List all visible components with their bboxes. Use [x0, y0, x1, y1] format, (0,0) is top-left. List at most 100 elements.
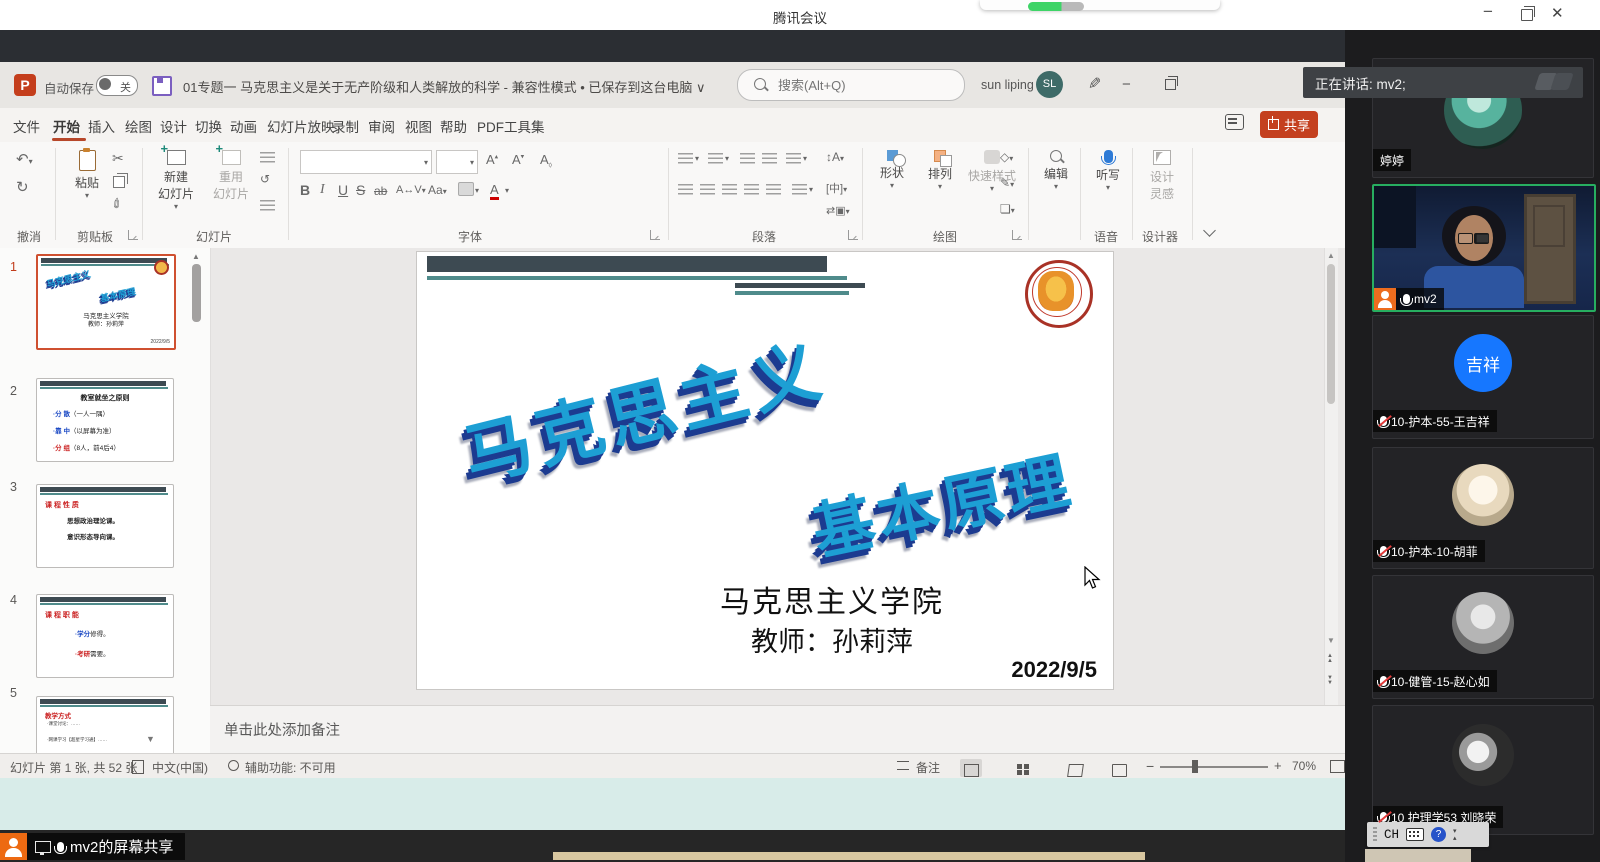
avatar[interactable]: SL [1036, 71, 1063, 98]
langbar-grip[interactable] [1373, 827, 1377, 843]
slide-teacher-text[interactable]: 教师：孙莉萍 [647, 620, 1017, 659]
arrange-button[interactable]: 排列 ▾ [918, 150, 962, 191]
editing-button[interactable]: 编辑 ▾ [1034, 150, 1078, 191]
copy-icon[interactable] [113, 176, 125, 188]
format-painter-icon[interactable]: ✐ [108, 194, 127, 213]
account-name[interactable]: sun liping [981, 78, 1034, 92]
new-slide-button[interactable]: 新建 幻灯片 ▾ [150, 150, 202, 211]
minimize-button[interactable]: − [1483, 2, 1493, 22]
paste-button[interactable]: 粘贴 ▾ [64, 150, 110, 200]
autosave-toggle[interactable]: 关 [96, 75, 138, 96]
text-shadow-button[interactable]: ab [374, 184, 387, 198]
tab-draw[interactable]: 绘图 [125, 116, 152, 136]
notes-toggle-label[interactable]: 备注 [916, 759, 940, 776]
windows-language-bar[interactable]: CH ? ▾▴ [1367, 822, 1489, 847]
powerpoint-icon[interactable]: P [14, 74, 36, 96]
reading-view-button[interactable] [1064, 759, 1086, 777]
keyboard-icon[interactable] [1406, 828, 1424, 841]
change-case-button[interactable]: Aa▾ [428, 183, 447, 197]
coming-soon-icon[interactable]: ✎ [1088, 74, 1101, 94]
panel-collapse-icon[interactable]: ▼ [146, 734, 155, 744]
comments-icon[interactable] [1225, 114, 1244, 130]
search-box[interactable] [737, 69, 965, 101]
shape-fill-button[interactable]: ◇▾ [1000, 150, 1013, 164]
normal-view-button[interactable] [960, 759, 982, 777]
langbar-help-icon[interactable]: ? [1431, 827, 1446, 842]
tab-view[interactable]: 视图 [405, 116, 432, 136]
langbar-mode[interactable]: CH [1384, 828, 1399, 842]
share-button[interactable]: 共享 [1260, 111, 1318, 138]
dropdown-arrow[interactable]: ▾ [475, 186, 479, 195]
close-button[interactable]: ✕ [1551, 4, 1564, 22]
slide-thumbnail-5[interactable]: 教学方式 ·课堂讨论：…… ·网课学习【超星学习通】…… [36, 696, 174, 753]
slideshow-view-button[interactable] [1108, 759, 1130, 777]
spellcheck-icon[interactable] [132, 760, 144, 774]
distribute-icon[interactable] [766, 184, 781, 196]
thumb-scrollbar[interactable] [192, 264, 201, 322]
dropdown-arrow[interactable]: ▾ [809, 185, 813, 194]
slide-wordart-2[interactable]: 基本原理 [803, 418, 1135, 573]
slide-org-text[interactable]: 马克思主义学院 [647, 577, 1017, 621]
paragraph-dialog-launcher[interactable] [848, 230, 858, 240]
design-ideas-button[interactable]: 设计 灵感 [1138, 150, 1186, 202]
decrease-indent-icon[interactable] [740, 153, 755, 165]
numbering-icon[interactable] [708, 153, 723, 165]
search-input[interactable] [776, 70, 950, 100]
align-right-icon[interactable] [722, 184, 737, 196]
shape-effects-button[interactable]: ❏▾ [1000, 202, 1015, 216]
shapes-button[interactable]: 形状 ▾ [870, 150, 914, 190]
grow-font-icon[interactable]: A▴ [486, 152, 498, 167]
strikethrough-button[interactable]: S [356, 182, 365, 198]
reuse-slides-button[interactable]: 重用 幻灯片 [206, 150, 256, 202]
tab-file[interactable]: 文件 [13, 116, 40, 136]
line-spacing-icon[interactable] [786, 153, 801, 165]
font-name-combobox[interactable]: ▾ [300, 150, 432, 174]
tab-help[interactable]: 帮助 [440, 116, 467, 136]
slide-thumbnail-1[interactable]: 马克思主义 基本原理 马克思主义学院 教师：孙莉萍 2022/9/5 [36, 254, 176, 350]
tab-insert[interactable]: 插入 [88, 116, 115, 136]
section-icon[interactable] [260, 200, 275, 212]
slide-date-text[interactable]: 2022/9/5 [957, 657, 1097, 683]
zoom-slider-track[interactable] [1160, 766, 1268, 768]
tab-review[interactable]: 审阅 [368, 116, 395, 136]
clear-format-icon[interactable]: A◊ [540, 152, 552, 170]
slide-thumbnail-2[interactable]: 教室就坐之原则 ·分 散（一人一隅） ·靠 中（以屏幕为准） ·分 组（8人，前… [36, 378, 174, 462]
participant-tile-hufei[interactable]: 10-护本-10-胡菲 [1372, 447, 1594, 569]
dropdown-arrow[interactable]: ▾ [803, 154, 807, 163]
increase-indent-icon[interactable] [762, 153, 777, 165]
undo-icon[interactable]: ↶▾ [16, 150, 33, 168]
convert-smartart-button[interactable]: ⇄▣▾ [826, 204, 850, 217]
notes-toggle-icon[interactable] [897, 761, 909, 770]
text-direction-button[interactable]: ↕A▾ [826, 150, 844, 164]
align-text-button[interactable]: [中]▾ [826, 180, 847, 196]
slide-editor[interactable]: 马克思主义 基本原理 马克思主义学院 教师：孙莉萍 2022/9/5 [417, 252, 1113, 689]
clipboard-dialog-launcher[interactable] [128, 230, 138, 240]
slide-wordart-1[interactable]: 马克思主义 [452, 293, 922, 500]
participant-tile-zhaoxinru[interactable]: 10-健管-15-赵心如 [1372, 575, 1594, 699]
participant-tile-mv2[interactable]: mv2 [1372, 184, 1596, 312]
reset-icon[interactable]: ↺ [260, 172, 270, 186]
columns-icon[interactable] [792, 184, 807, 196]
dropdown-arrow[interactable]: ▾ [695, 154, 699, 163]
zoom-out-button[interactable]: − [1146, 758, 1154, 774]
slide-sorter-view-button[interactable] [1012, 759, 1034, 777]
char-spacing-button[interactable]: A↔V▾ [396, 184, 426, 196]
participant-tile-wangjixiang[interactable]: 吉祥 10-护本-55-王吉祥 [1372, 315, 1594, 439]
dictate-button[interactable]: 听写 ▾ [1088, 150, 1128, 192]
underline-button[interactable]: U [338, 182, 348, 198]
ppt-restore-button[interactable] [1165, 79, 1176, 90]
dropdown-arrow[interactable]: ▾ [725, 154, 729, 163]
notes-pane[interactable]: 单击此处添加备注 [210, 705, 1360, 754]
shrink-font-icon[interactable]: A▾ [512, 152, 524, 167]
tab-transitions[interactable]: 切换 [195, 116, 222, 136]
restore-button[interactable] [1521, 9, 1533, 21]
save-icon[interactable] [152, 76, 172, 96]
tab-slideshow[interactable]: 幻灯片放映 [267, 116, 335, 136]
zoom-slider-thumb[interactable] [1192, 760, 1198, 773]
tab-pdf-tools[interactable]: PDF工具集 [477, 116, 545, 136]
next-slide-button[interactable]: ▼▼ [1327, 676, 1333, 686]
align-center-icon[interactable] [700, 184, 715, 196]
shape-outline-button[interactable]: ✎▾ [1000, 176, 1014, 190]
bullets-icon[interactable] [678, 153, 693, 165]
tab-animations[interactable]: 动画 [230, 116, 257, 136]
